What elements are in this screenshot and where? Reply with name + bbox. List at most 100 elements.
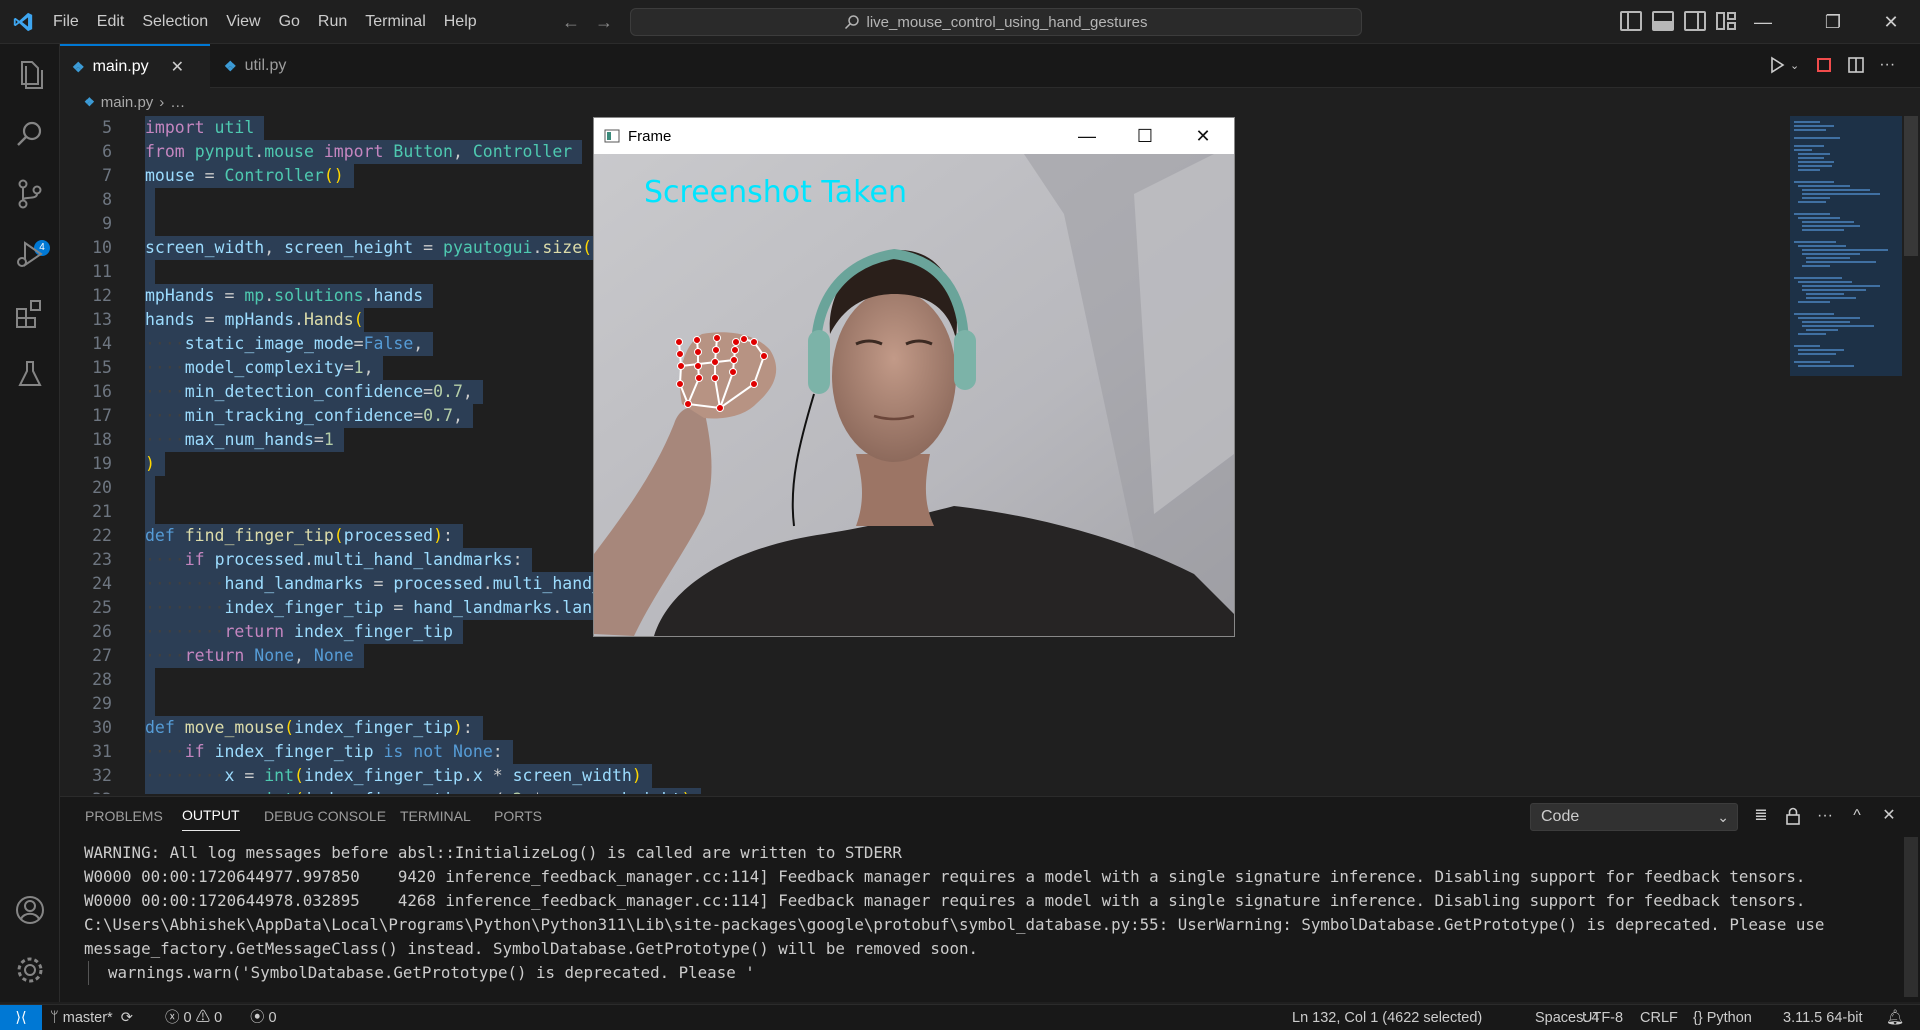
menu-help[interactable]: Help (435, 13, 486, 31)
code-line: ····max_num_hands=1 (145, 428, 344, 452)
output-log[interactable]: WARNING: All log messages before absl::I… (84, 841, 1884, 985)
frame-title: Frame (628, 127, 672, 145)
settings-gear-icon[interactable] (12, 952, 48, 988)
code-line: ····model_complexity=1, (145, 356, 384, 380)
search-icon[interactable] (12, 116, 48, 152)
encoding[interactable]: UTF-8 (1582, 1005, 1623, 1030)
broadcast-icon: ⦿ (250, 1010, 265, 1026)
stop-icon[interactable] (1815, 56, 1833, 74)
output-line: W0000 00:00:1720644977.997850 9420 infer… (84, 867, 1806, 886)
tab-problems[interactable]: PROBLEMS (85, 797, 163, 835)
line-number: 24 (92, 574, 112, 593)
code-line: screen_width, screen_height = pyautogui.… (145, 236, 612, 260)
toggle-panel-icon[interactable] (1652, 11, 1674, 31)
python-interpreter[interactable]: 3.11.5 64-bit (1783, 1005, 1863, 1030)
code-line (145, 260, 155, 284)
language-mode[interactable]: {} Python (1693, 1005, 1752, 1030)
status-bar: ⟩⟨ ᛘ master* ⟳ ⓧ 0 ⚠ 0 ⦿ 0 Ln 132, Col 1… (0, 1004, 1920, 1030)
tab-main-py[interactable]: ❖ main.py ✕ (60, 44, 210, 88)
output-channel-value: Code (1541, 808, 1580, 825)
more-actions-icon[interactable]: ··· (1879, 56, 1895, 74)
close-tab-icon[interactable]: ✕ (171, 57, 184, 77)
breadcrumb-rest[interactable]: … (170, 94, 185, 111)
explorer-icon[interactable] (12, 56, 48, 92)
forward-arrow-icon[interactable]: → (594, 12, 614, 32)
menu-go[interactable]: Go (270, 13, 309, 31)
run-debug-icon[interactable] (12, 236, 48, 272)
maximize-panel-icon[interactable]: ^ (1846, 805, 1868, 827)
code-line: def move_mouse(index_finger_tip): (145, 716, 483, 740)
minimap[interactable] (1790, 116, 1902, 376)
menu-selection[interactable]: Selection (133, 13, 217, 31)
minimize-icon[interactable]: — (1740, 0, 1786, 44)
command-center-search[interactable]: live_mouse_control_using_hand_gestures (630, 8, 1362, 36)
line-number: 21 (92, 502, 112, 521)
tab-util-py[interactable]: ❖ util.py (212, 44, 352, 88)
frame-minimize-icon[interactable]: — (1058, 118, 1116, 154)
warning-icon: ⚠ (195, 1010, 211, 1026)
frame-window[interactable]: Frame — ☐ ✕ Screenshot Taken (594, 118, 1234, 636)
close-panel-icon[interactable]: ✕ (1878, 805, 1900, 827)
code-line: ····if index_finger_tip is not None: (145, 740, 513, 764)
tab-terminal[interactable]: TERMINAL (400, 797, 471, 835)
close-window-icon[interactable]: ✕ (1868, 0, 1914, 44)
line-number: 28 (92, 670, 112, 689)
title-bar: File Edit Selection View Go Run Terminal… (0, 0, 1920, 44)
output-line: C:\Users\Abhishek\AppData\Local\Programs… (84, 915, 1825, 934)
menu-view[interactable]: View (217, 13, 269, 31)
error-icon: ⓧ (165, 1010, 180, 1026)
split-editor-icon[interactable] (1847, 56, 1865, 74)
layout-controls (1620, 11, 1738, 31)
clear-output-icon[interactable]: ≣ (1750, 805, 1772, 827)
code-line (145, 500, 155, 524)
lock-scroll-icon[interactable] (1782, 805, 1804, 827)
line-number: 25 (92, 598, 112, 617)
code-line: ········x = int(index_finger_tip.x * scr… (145, 764, 652, 788)
code-line: from pynput.mouse import Button, Control… (145, 140, 583, 164)
menu-edit[interactable]: Edit (88, 13, 134, 31)
frame-maximize-icon[interactable]: ☐ (1116, 118, 1174, 154)
testing-flask-icon[interactable] (12, 356, 48, 392)
accounts-icon[interactable] (12, 892, 48, 928)
restore-icon[interactable]: ❐ (1810, 0, 1856, 44)
notifications-bell-icon[interactable]: 🔔︎ (1886, 1005, 1904, 1030)
menu-file[interactable]: File (44, 13, 88, 31)
line-number: 11 (92, 262, 112, 281)
menu-run[interactable]: Run (309, 13, 356, 31)
warning-count: 0 (214, 1010, 223, 1026)
ports-forwarded[interactable]: ⦿ 0 (250, 1005, 277, 1030)
line-number: 26 (92, 622, 112, 641)
remote-indicator-icon[interactable]: ⟩⟨ (0, 1005, 42, 1030)
run-python-file-icon[interactable] (1768, 56, 1786, 74)
git-branch[interactable]: ᛘ master* ⟳ (50, 1005, 133, 1030)
tab-output[interactable]: OUTPUT (182, 797, 240, 831)
vscode-logo-icon (13, 12, 33, 32)
output-line: WARNING: All log messages before absl::I… (84, 843, 902, 862)
problems-count[interactable]: ⓧ 0 ⚠ 0 (165, 1005, 222, 1030)
cursor-position[interactable]: Ln 132, Col 1 (4622 selected) (1292, 1005, 1482, 1030)
tab-debug-console[interactable]: DEBUG CONSOLE (264, 797, 386, 835)
output-scrollbar[interactable] (1904, 837, 1918, 997)
source-control-icon[interactable] (12, 176, 48, 212)
breadcrumb-file[interactable]: main.py (101, 94, 154, 111)
end-of-line[interactable]: CRLF (1640, 1005, 1678, 1030)
line-number: 31 (92, 742, 112, 761)
code-line (145, 476, 155, 500)
extensions-icon[interactable] (12, 296, 48, 332)
tab-ports[interactable]: PORTS (494, 797, 542, 835)
sync-icon: ⟳ (120, 1010, 133, 1026)
menu-terminal[interactable]: Terminal (356, 13, 434, 31)
more-actions-icon[interactable]: ··· (1814, 805, 1836, 827)
code-line: ····return None, None (145, 644, 364, 668)
python-file-icon: ❖ (72, 58, 85, 75)
toggle-primary-sidebar-icon[interactable] (1620, 11, 1642, 31)
back-arrow-icon[interactable]: ← (561, 12, 581, 32)
editor-scrollbar[interactable] (1904, 116, 1918, 256)
chevron-down-icon[interactable]: ⌄ (1790, 59, 1799, 72)
line-number: 10 (92, 238, 112, 257)
customize-layout-icon[interactable] (1716, 11, 1738, 31)
output-channel-select[interactable]: Code ⌄ (1530, 803, 1738, 831)
output-line: W0000 00:00:1720644978.032895 4268 infer… (84, 891, 1806, 910)
frame-close-icon[interactable]: ✕ (1174, 118, 1232, 154)
toggle-secondary-sidebar-icon[interactable] (1684, 11, 1706, 31)
